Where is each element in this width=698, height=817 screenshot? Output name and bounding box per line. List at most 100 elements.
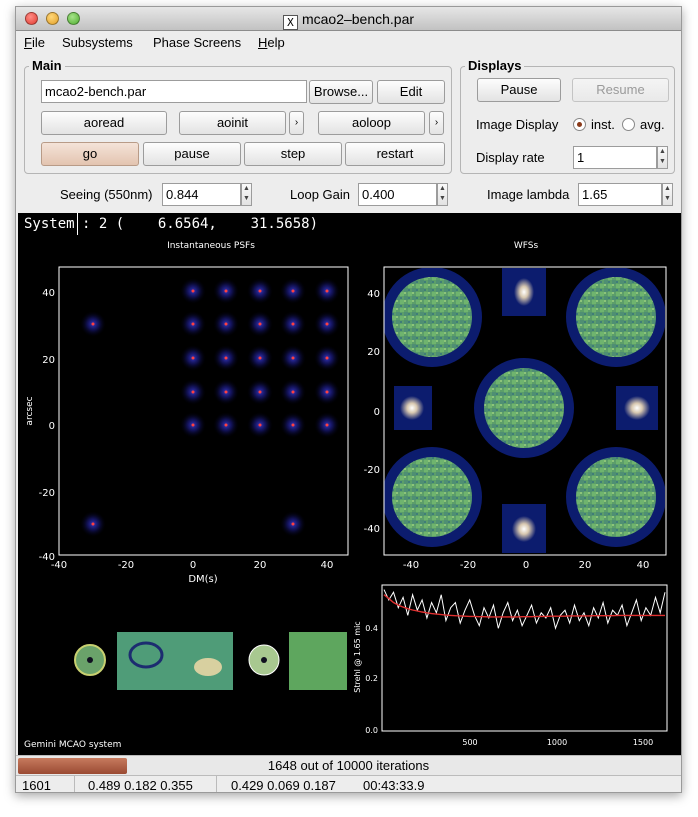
title-bar: Xmcao2–bench.par	[16, 7, 681, 31]
strehl-x-ticks: 500 1000 1500	[462, 738, 653, 747]
aoinit-button[interactable]: aoinit	[179, 111, 286, 135]
display-rate-label: Display rate	[476, 150, 545, 165]
menu-phase-screens[interactable]: Phase Screens	[153, 35, 241, 50]
psf-star-core	[291, 423, 295, 427]
display-rate-stepper[interactable]: ▲ ▼	[657, 146, 668, 169]
psf-star-core	[91, 322, 95, 326]
wfs-spot-image	[400, 396, 424, 420]
seeing-stepper[interactable]: ▲ ▼	[241, 183, 252, 206]
edit-button[interactable]: Edit	[377, 80, 445, 104]
strehl-ytick: 0.4	[365, 624, 378, 633]
status-bar: 1601 0.489 0.182 0.355 0.429 0.069 0.187…	[16, 775, 681, 793]
psf-star-core	[291, 356, 295, 360]
window-title: mcao2–bench.par	[301, 11, 415, 27]
menu-help[interactable]: Help	[258, 35, 285, 50]
psf-ytick: -40	[39, 552, 55, 563]
psf-star-core	[325, 390, 329, 394]
psf-title: Instantaneous PSFs	[167, 241, 255, 251]
seeing-label: Seeing (550nm)	[60, 187, 153, 202]
psf-star-core	[191, 423, 195, 427]
psf-spots	[80, 278, 340, 537]
wfs-ytick: 40	[367, 289, 380, 300]
strehl-xtick: 1500	[633, 738, 653, 747]
psf-star-core	[325, 322, 329, 326]
psf-star-core	[258, 356, 262, 360]
dm-thumbnail-2-center	[261, 657, 267, 663]
display-pause-button[interactable]: Pause	[477, 78, 561, 102]
psf-xtick: 0	[190, 560, 196, 571]
graphics-canvas: Instantaneous PSFs -40 -20 0 20 40 40 20…	[18, 235, 681, 755]
wfs-ytick: 20	[367, 347, 380, 358]
display-rate-input[interactable]: 1	[573, 146, 657, 169]
menu-file-rest: ile	[31, 35, 45, 50]
image-lambda-stepper[interactable]: ▲ ▼	[662, 183, 673, 206]
seeing-input[interactable]: 0.844	[162, 183, 241, 206]
status-values-b: 0.429 0.069 0.187	[231, 778, 336, 793]
pause-loop-button[interactable]: pause	[143, 142, 241, 166]
go-button[interactable]: go	[41, 142, 139, 166]
status-divider	[74, 776, 75, 792]
strehl-y-ticks: 0.0 0.2 0.4	[365, 624, 378, 735]
loop-gain-input[interactable]: 0.400	[358, 183, 437, 206]
strehl-plot-frame	[381, 584, 668, 732]
menu-file[interactable]: File	[24, 35, 45, 50]
system-value: : 2 ( 6.6564, 31.5658)	[82, 216, 319, 232]
image-lambda-input[interactable]: 1.65	[578, 183, 662, 206]
parfile-input[interactable]: mcao2-bench.par	[41, 80, 307, 103]
psf-ytick: 0	[49, 421, 55, 432]
psf-star-core	[291, 289, 295, 293]
psf-star-core	[224, 322, 228, 326]
wfs-title: WFSs	[514, 241, 539, 251]
strehl-instant-line	[383, 589, 666, 631]
wfs-subaperture	[566, 447, 665, 547]
status-divider	[216, 776, 217, 792]
psf-star-core	[291, 522, 295, 526]
psf-star-core	[224, 289, 228, 293]
wfs-spot-image	[624, 396, 650, 420]
psf-x-ticks: -40 -20 0 20 40	[51, 560, 334, 571]
aoread-button[interactable]: aoread	[41, 111, 167, 135]
aoloop-options-button[interactable]: ›	[429, 111, 444, 135]
display-resume-button[interactable]: Resume	[572, 78, 669, 102]
menu-subsystems[interactable]: Subsystems	[62, 35, 133, 50]
radio-inst[interactable]	[573, 118, 586, 131]
psf-star-core	[191, 390, 195, 394]
dm-thumbnail-1-center	[87, 657, 93, 663]
psf-xtick: -20	[118, 560, 134, 571]
psf-star-core	[291, 322, 295, 326]
system-label: System	[22, 213, 78, 235]
menu-help-rest: elp	[267, 35, 285, 50]
restart-button[interactable]: restart	[345, 142, 445, 166]
displays-group-title: Displays	[465, 58, 525, 73]
strehl-ylabel: Strehl @ 1.65 mic	[353, 621, 362, 692]
loop-gain-stepper[interactable]: ▲ ▼	[437, 183, 448, 206]
system-readout: System : 2 ( 6.6564, 31.5658)	[18, 213, 681, 235]
psf-star-core	[258, 322, 262, 326]
wfs-subaperture	[566, 268, 665, 367]
status-iteration: 1601	[22, 778, 51, 793]
graphics-svg: Instantaneous PSFs -40 -20 0 20 40 40 20…	[24, 241, 668, 750]
wfs-spot-image	[514, 278, 534, 306]
wfs-xtick: 0	[523, 560, 529, 571]
menu-file-mnemonic: F	[24, 35, 32, 50]
browse-button[interactable]: Browse...	[309, 80, 373, 104]
progress-text: 1648 out of 10000 iterations	[267, 758, 430, 773]
strehl-xtick: 1000	[547, 738, 567, 747]
wfs-ytick: 0	[374, 407, 380, 418]
dm-phase-map	[289, 632, 347, 690]
psf-star-core	[191, 289, 195, 293]
wfs-xtick: 20	[579, 560, 592, 571]
psf-star-core	[258, 289, 262, 293]
image-display-label: Image Display	[476, 117, 559, 132]
psf-star-core	[191, 322, 195, 326]
aoinit-options-button[interactable]: ›	[289, 111, 304, 135]
status-values-a: 0.489 0.182 0.355	[88, 778, 193, 793]
phase-screen-feature	[194, 658, 222, 676]
step-button[interactable]: step	[244, 142, 342, 166]
image-lambda-label: Image lambda	[487, 187, 570, 202]
strehl-ytick: 0.2	[365, 674, 378, 683]
radio-avg[interactable]	[622, 118, 635, 131]
psf-ytick: 20	[42, 355, 55, 366]
psf-star-core	[91, 522, 95, 526]
aoloop-button[interactable]: aoloop	[318, 111, 425, 135]
